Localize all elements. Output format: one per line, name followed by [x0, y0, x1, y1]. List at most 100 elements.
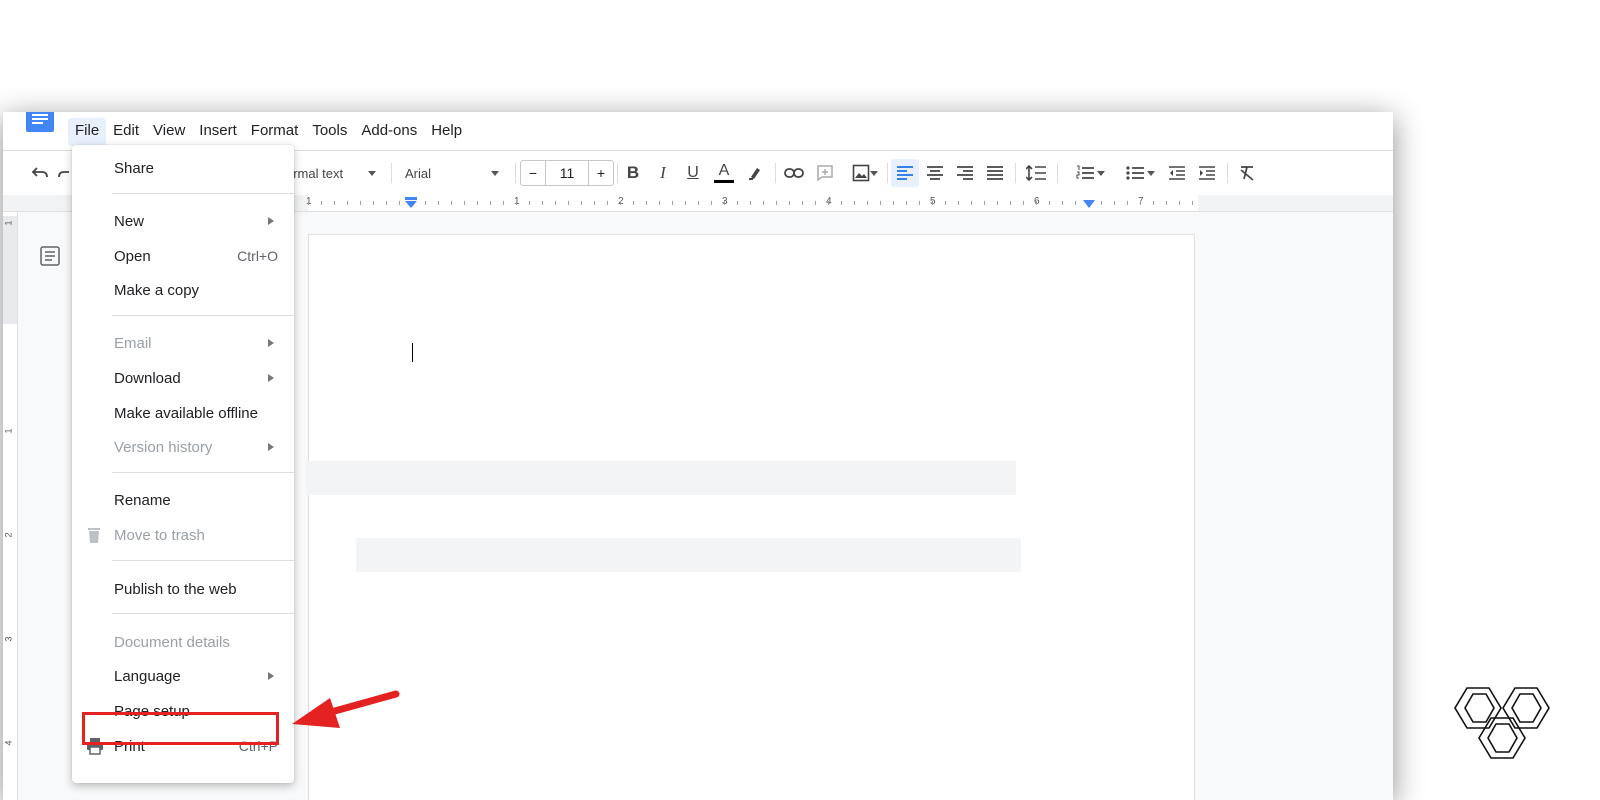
ruler-tick [607, 201, 608, 205]
ruler-tick [1153, 201, 1154, 205]
file-menu: Share New Open Ctrl+O Make a copy Email Downlo… [72, 145, 294, 783]
menu-item-make-available-offline[interactable]: Make available offline [72, 398, 294, 428]
menu-insert[interactable]: Insert [192, 118, 244, 146]
ruler-tick [1192, 201, 1193, 205]
menu-file[interactable]: File [68, 118, 107, 146]
menu-item-make-a-copy[interactable]: Make a copy [72, 275, 294, 305]
align-right-icon [957, 166, 973, 180]
content-placeholder [356, 538, 1021, 572]
menu-item-label: Move to trash [114, 526, 205, 544]
ruler-tick [529, 201, 530, 205]
chevron-down-icon [491, 171, 499, 176]
ruler-tick [737, 201, 738, 205]
ruler-tick [568, 201, 569, 205]
chevron-down-icon [1147, 171, 1155, 176]
undo-button[interactable] [27, 151, 53, 195]
menu-item-share[interactable]: Share [72, 153, 294, 183]
align-right-button[interactable] [951, 151, 979, 195]
menu-item-version-history[interactable]: Version history [72, 432, 294, 462]
ruler-tick [581, 201, 582, 205]
menu-help[interactable]: Help [424, 118, 469, 146]
underline-button[interactable]: U [679, 151, 707, 195]
align-left-button[interactable] [891, 159, 919, 187]
ruler-tick [880, 201, 881, 205]
document-page[interactable] [306, 234, 1195, 800]
bold-button[interactable]: B [619, 151, 647, 195]
menu-separator [112, 193, 294, 194]
menu-item-move-to-trash[interactable]: Move to trash [72, 520, 294, 550]
font-size-decrease-button[interactable]: − [520, 160, 546, 186]
insert-link-button[interactable] [779, 151, 809, 195]
menu-item-rename[interactable]: Rename [72, 485, 294, 515]
clear-formatting-button[interactable] [1233, 151, 1261, 195]
menu-item-language[interactable]: Language [72, 661, 294, 691]
menu-item-document-details[interactable]: Document details [72, 627, 294, 657]
align-center-icon [927, 166, 943, 180]
highlight-color-button[interactable] [741, 151, 769, 195]
ruler-tick [711, 201, 712, 205]
menu-item-new[interactable]: New [72, 206, 294, 236]
chevron-down-icon [368, 171, 376, 176]
increase-indent-icon [1199, 166, 1215, 180]
paragraph-style-select[interactable]: ormal text [286, 151, 386, 195]
document-outline-icon[interactable] [40, 246, 60, 266]
red-arrow-annotation [292, 690, 400, 728]
ruler-tick [425, 201, 426, 205]
font-size-increase-button[interactable]: + [588, 160, 614, 186]
decrease-indent-button[interactable] [1163, 151, 1191, 195]
menu-item-label: Open [114, 247, 151, 265]
italic-button[interactable]: I [649, 151, 677, 195]
ruler-tick [503, 201, 504, 205]
numbered-list-icon [1076, 165, 1094, 179]
vruler-label: 1 [3, 220, 14, 226]
ruler-tick [399, 201, 400, 205]
insert-image-button[interactable] [841, 151, 881, 195]
add-comment-button[interactable] [811, 151, 839, 195]
justify-button[interactable] [981, 151, 1009, 195]
add-comment-icon [817, 165, 833, 182]
menu-item-email[interactable]: Email [72, 328, 294, 358]
chevron-down-icon [1097, 171, 1105, 176]
line-spacing-button[interactable] [1021, 151, 1051, 195]
ruler-tick [464, 201, 465, 205]
ruler-tick [945, 201, 946, 205]
vruler-label: 4 [3, 740, 14, 746]
text-color-button[interactable]: A [709, 151, 739, 195]
menu-item-label: Make a copy [114, 281, 200, 299]
ruler-tick [1166, 201, 1167, 205]
ruler-tick [646, 201, 647, 205]
left-indent-marker[interactable] [405, 197, 417, 209]
font-size-input[interactable]: 11 [546, 160, 588, 186]
increase-indent-button[interactable] [1193, 151, 1221, 195]
redo-button[interactable] [57, 151, 71, 195]
ruler-tick [1036, 201, 1037, 205]
menu-tools[interactable]: Tools [305, 118, 354, 146]
vruler-label: 1 [3, 428, 14, 434]
ruler-tick [1010, 201, 1011, 205]
menu-item-open[interactable]: Open Ctrl+O [72, 241, 294, 271]
menu-format[interactable]: Format [244, 118, 306, 146]
ruler-tick [620, 201, 621, 205]
menu-item-download[interactable]: Download [72, 363, 294, 393]
align-center-button[interactable] [921, 151, 949, 195]
menu-edit[interactable]: Edit [106, 118, 146, 146]
font-select[interactable]: Arial [405, 151, 515, 195]
ruler-tick [1127, 201, 1128, 205]
bulleted-list-button[interactable] [1113, 151, 1157, 195]
image-icon [852, 164, 870, 182]
ruler-tick [1049, 201, 1050, 205]
menu-item-label: Document details [114, 633, 230, 651]
ruler-tick [893, 201, 894, 205]
right-indent-marker[interactable] [1083, 199, 1095, 209]
menu-item-label: Version history [114, 438, 213, 456]
menu-addons[interactable]: Add-ons [354, 118, 424, 146]
ruler-tick [308, 201, 309, 205]
menu-separator [112, 472, 294, 473]
numbered-list-button[interactable] [1063, 151, 1107, 195]
ruler-tick [1114, 201, 1115, 205]
ruler-tick [347, 201, 348, 205]
docs-logo-icon[interactable] [26, 112, 54, 132]
menu-item-publish-to-the-web[interactable]: Publish to the web [72, 574, 294, 604]
ruler-tick [815, 201, 816, 205]
menu-view[interactable]: View [146, 118, 192, 146]
